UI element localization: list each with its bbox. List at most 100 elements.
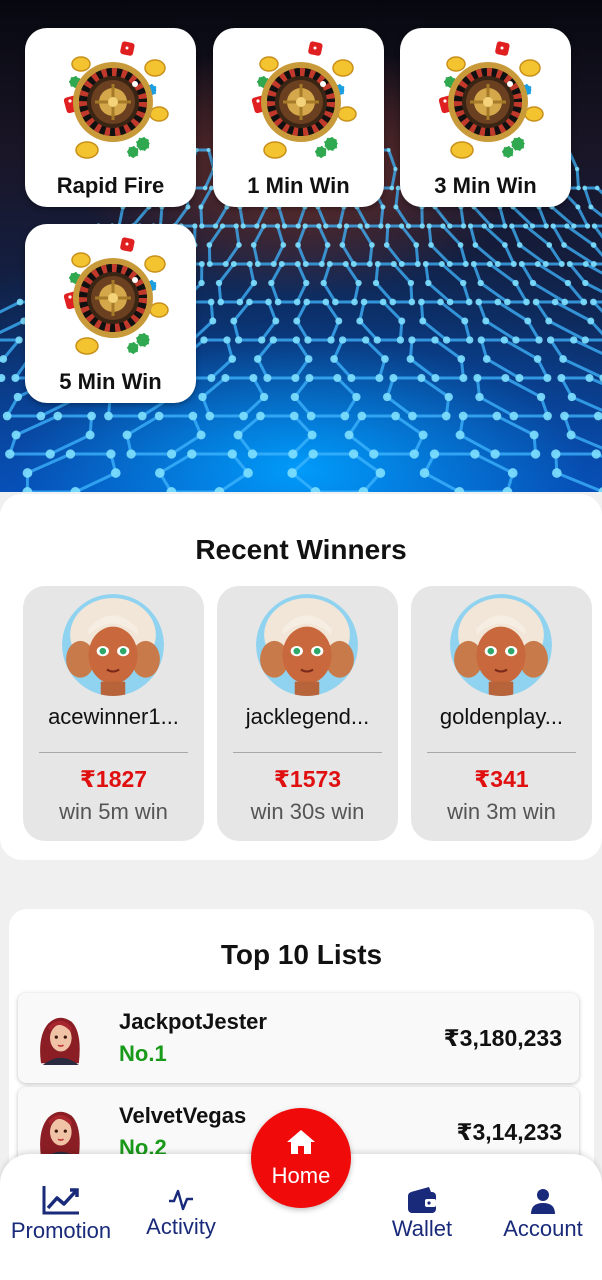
hex-node: [446, 261, 453, 267]
hex-node: [360, 298, 368, 306]
hex-node: [256, 411, 265, 421]
hex-node: [199, 223, 205, 229]
hex-node: [196, 430, 206, 440]
hex-node: [413, 242, 420, 248]
hex-node: [200, 336, 208, 344]
trending-up-icon: [42, 1186, 79, 1215]
hex-node: [488, 223, 494, 229]
winner-card[interactable]: goldenplay... ₹341 win 3m win: [411, 586, 592, 841]
avatar: [32, 1011, 86, 1065]
hex-node: [198, 261, 205, 267]
hex-node: [398, 317, 406, 325]
hex-node: [246, 298, 253, 306]
hex-node: [494, 298, 502, 306]
hex-node: [375, 468, 386, 478]
hex-node: [431, 374, 440, 382]
winner-card[interactable]: acewinner1... ₹1827 win 5m win: [23, 586, 204, 841]
winner-game: win 3m win: [447, 799, 556, 824]
divider: [39, 752, 188, 753]
hex-node: [104, 411, 113, 421]
hex-node: [188, 411, 198, 421]
hex-node: [585, 374, 594, 382]
hex-node: [318, 261, 325, 267]
hex-node: [219, 223, 226, 229]
hex-cell: [296, 224, 330, 266]
winner-game: win 5m win: [59, 799, 168, 824]
hex-node: [206, 242, 213, 248]
hex-cell: [252, 224, 285, 266]
hex-node: [575, 204, 581, 210]
hex-node: [532, 298, 540, 306]
hex-node: [581, 336, 589, 344]
hex-node: [327, 336, 335, 344]
nav-activity[interactable]: Activity: [138, 1188, 224, 1240]
hex-node: [515, 374, 524, 382]
hex-cell: [385, 224, 420, 266]
hex-node: [492, 411, 502, 421]
hex-node: [356, 317, 364, 325]
hex-node: [303, 298, 311, 306]
hex-node: [87, 411, 96, 421]
hex-node: [36, 411, 46, 421]
hex-node: [253, 355, 262, 363]
game-card-5-min-win[interactable]: 5 Min Win: [25, 224, 196, 403]
hex-node: [475, 392, 484, 402]
hex-node: [389, 185, 395, 191]
hex-cell: [25, 452, 118, 492]
hex-node: [369, 449, 379, 459]
hex-node: [542, 261, 549, 267]
hex-node: [529, 430, 539, 440]
hex-node: [342, 261, 349, 267]
hex-node: [293, 317, 301, 325]
hex-node: [512, 279, 519, 287]
hex-node: [383, 392, 392, 402]
hex-node: [576, 185, 581, 191]
home-icon: [287, 1130, 315, 1154]
hex-node: [419, 223, 425, 229]
hex-node: [254, 223, 260, 229]
hex-node: [440, 223, 446, 229]
hex-node: [582, 185, 588, 191]
home-button[interactable]: Home: [251, 1108, 351, 1208]
avatar: [256, 594, 358, 696]
hex-node: [574, 166, 580, 172]
hex-node: [405, 223, 412, 229]
player-rank: No.1: [119, 1041, 167, 1066]
hex-node: [564, 279, 572, 287]
hex-node: [374, 261, 381, 267]
hex-cell: [7, 414, 94, 456]
hex-node: [461, 317, 469, 325]
hex-node: [417, 374, 426, 382]
hex-node: [375, 374, 384, 382]
hex-node: [206, 148, 211, 152]
hex-cell: [292, 376, 359, 418]
game-card-3-min-win[interactable]: 3 Min Win: [400, 28, 571, 207]
hex-node: [502, 487, 513, 492]
hex-node: [536, 392, 546, 402]
game-card-1-min-win[interactable]: 1 Min Win: [213, 28, 384, 207]
recent-winners-title: Recent Winners: [195, 534, 407, 565]
nav-account[interactable]: Account: [494, 1188, 592, 1242]
hex-node: [270, 261, 277, 267]
hex-node: [559, 355, 567, 363]
hex-node: [11, 374, 20, 382]
hex-node: [268, 279, 275, 287]
hex-node: [428, 242, 434, 248]
hex-node: [233, 430, 243, 440]
hex-node: [258, 336, 266, 344]
winner-card[interactable]: jacklegend... ₹1573 win 30s win: [217, 586, 398, 841]
game-card-rapid-fire[interactable]: Rapid Fire: [25, 28, 196, 207]
hex-node: [288, 449, 298, 459]
table-row[interactable]: JackpotJester No.1 ₹3,180,233: [18, 993, 579, 1083]
hex-node: [467, 223, 474, 229]
hex-node: [494, 261, 501, 267]
hex-node: [221, 374, 230, 382]
hex-node: [227, 449, 237, 459]
hex-node: [249, 374, 258, 382]
hex-node: [291, 374, 300, 382]
hex-node: [126, 449, 136, 459]
hex-node: [571, 223, 577, 229]
nav-promotion[interactable]: Promotion: [4, 1184, 118, 1244]
nav-wallet[interactable]: Wallet: [382, 1186, 462, 1242]
player-amount: ₹3,180,233: [443, 1025, 562, 1051]
